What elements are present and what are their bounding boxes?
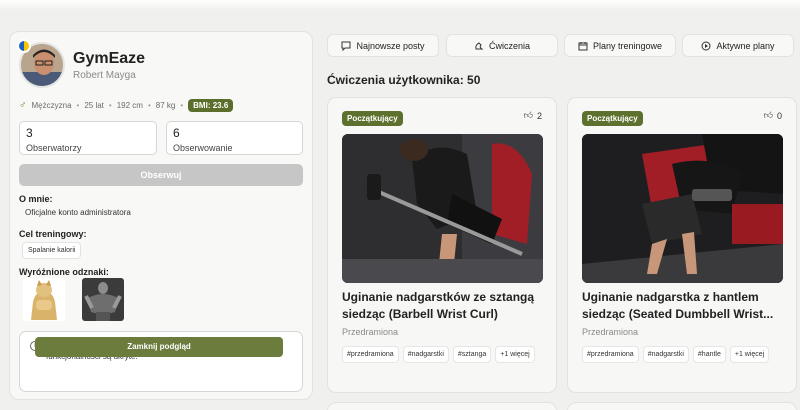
like-button[interactable]: 👍︎ 0: [764, 110, 782, 121]
like-count: 0: [776, 110, 782, 121]
doge-badge-image[interactable]: [23, 278, 65, 321]
user-stats: ♂ Mężczyzna • 25 lat • 192 cm • 87 kg • …: [19, 99, 234, 112]
tag[interactable]: #hantle: [692, 346, 726, 363]
tab-exercises[interactable]: Ćwiczenia: [446, 34, 558, 57]
tab-active-plans[interactable]: Aktywne plany: [682, 34, 794, 57]
height: 192 cm: [116, 101, 143, 110]
weight: 87 kg: [155, 101, 176, 110]
bodybuilder-badge-image[interactable]: [82, 278, 124, 321]
exercise-title[interactable]: Uginanie nadgarstków ze sztangą siedząc …: [342, 289, 550, 323]
tag[interactable]: #nadgarstki: [642, 346, 689, 363]
tab-label: Aktywne plany: [716, 40, 775, 51]
tab-label: Ćwiczenia: [488, 40, 530, 51]
exercise-card[interactable]: Początkujący 👍︎ 0 Uginanie nadgarstka z …: [567, 97, 797, 393]
separator-dot: •: [180, 101, 184, 110]
following-label: Obserwowanie: [173, 143, 233, 153]
followers-box[interactable]: 3 Obserwatorzy: [19, 121, 157, 155]
followers-label: Obserwatorzy: [26, 143, 82, 153]
tab-training-plans[interactable]: Plany treningowe: [564, 34, 676, 57]
like-button[interactable]: 👍︎ 2: [524, 110, 542, 121]
exercise-image: [342, 134, 543, 283]
goal-chip: Spalanie kalorii: [22, 242, 82, 259]
tab-label: Najnowsze posty: [356, 40, 425, 51]
following-box[interactable]: 6 Obserwowanie: [166, 121, 303, 155]
calendar-icon: [578, 41, 588, 50]
exercise-title[interactable]: Uginanie nadgarstka z hantlem siedząc (S…: [582, 289, 790, 323]
badges-label: Wyróżnione odznaki:: [19, 267, 109, 277]
chat-icon: [341, 41, 351, 51]
more-tags[interactable]: +1 więcej: [729, 346, 770, 363]
followers-count: 3: [26, 126, 33, 140]
exercise-title-line1: Uginanie nadgarstków ze sztangą: [342, 290, 535, 304]
exercise-title-line2: siedząc (Barbell Wrist Curl): [342, 307, 498, 321]
exercise-card-partial[interactable]: [567, 402, 797, 410]
tag-list: #przedramiona #nadgarstki #hantle +1 wię…: [582, 346, 790, 363]
user-name: Robert Mayga: [73, 70, 136, 81]
thumbs-up-icon: 👍︎: [523, 110, 533, 120]
exercises-title: Ćwiczenia użytkownika: 50: [327, 73, 481, 87]
dumbbell-icon: [475, 41, 484, 49]
flag-badge-icon: [17, 39, 31, 53]
separator-dot: •: [76, 101, 80, 110]
separator-dot: •: [147, 101, 151, 110]
muscle-group: Przedramiona: [342, 327, 399, 337]
goal-label: Cel treningowy:: [19, 229, 87, 239]
more-tags[interactable]: +1 więcej: [495, 346, 535, 363]
thumbs-up-icon: 👍︎: [763, 110, 773, 120]
gender: Mężczyzna: [31, 101, 72, 110]
male-icon: ♂: [19, 100, 27, 111]
age: 25 lat: [84, 101, 104, 110]
bmi-badge: BMI: 23.6: [188, 99, 234, 112]
tag[interactable]: #przedramiona: [342, 346, 399, 363]
exercise-image: [582, 134, 783, 283]
muscle-group: Przedramiona: [582, 327, 639, 337]
separator-dot: •: [108, 101, 112, 110]
level-badge: Początkujący: [582, 111, 643, 126]
tag-list: #przedramiona #nadgarstki #sztanga +1 wi…: [342, 346, 550, 363]
tag[interactable]: #przedramiona: [582, 346, 639, 363]
close-preview-button[interactable]: Zamknij podgląd: [35, 337, 283, 357]
top-bar: [0, 0, 800, 10]
tab-label: Plany treningowe: [592, 40, 663, 51]
exercise-title-line2: siedząc (Seated Dumbbell Wrist...: [582, 307, 774, 321]
like-count: 2: [536, 110, 542, 121]
tag[interactable]: #nadgarstki: [402, 346, 449, 363]
following-count: 6: [173, 126, 180, 140]
exercise-title-line1: Uginanie nadgarstka z hantlem: [582, 290, 759, 304]
tab-latest-posts[interactable]: Najnowsze posty: [327, 34, 439, 57]
level-badge: Początkujący: [342, 111, 403, 126]
exercise-card-partial[interactable]: [327, 402, 557, 410]
app-name: GymEaze: [73, 50, 146, 67]
tag[interactable]: #sztanga: [452, 346, 492, 363]
exercise-card[interactable]: Początkujący 👍︎ 2 Uginanie nadgarstków z…: [327, 97, 557, 393]
play-circle-icon: [701, 41, 711, 50]
about-label: O mnie:: [19, 194, 53, 204]
follow-button[interactable]: Obserwuj: [19, 164, 303, 186]
about-text: Oficjalne konto administratora: [25, 208, 131, 217]
